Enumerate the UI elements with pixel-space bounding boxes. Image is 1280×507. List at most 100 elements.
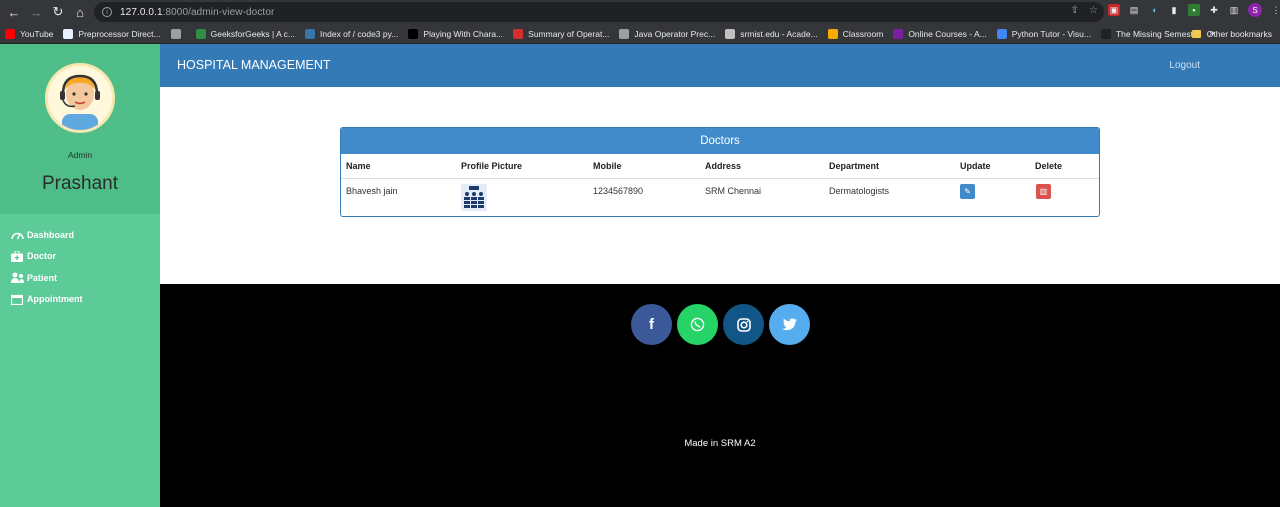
bookmark-item[interactable]: Python Tutor - Visu... <box>992 24 1096 44</box>
sidebar-menu: Dashboard Doctor Patient Appointment <box>0 214 160 310</box>
bookmark-label: GeeksforGeeks | A c... <box>210 28 296 39</box>
extension-icon[interactable]: ▮ <box>1168 4 1180 16</box>
column-header: Mobile <box>593 161 622 171</box>
bookmark-item[interactable]: YouTube <box>0 24 58 44</box>
bookmark-favicon-icon <box>513 28 524 39</box>
bookmark-favicon-icon <box>725 28 736 39</box>
bookmark-favicon-icon <box>1100 28 1111 39</box>
facebook-icon[interactable]: f <box>631 304 672 345</box>
user-role: Admin <box>67 150 93 160</box>
sidebar-item-appointment[interactable]: Appointment <box>0 289 160 311</box>
bookmark-favicon-icon <box>195 28 206 39</box>
bookmark-label: Online Courses - A... <box>908 28 987 39</box>
url-text: 127.0.0.1:8000/admin-view-doctor <box>120 7 274 18</box>
admin-avatar <box>45 63 115 133</box>
menu-dots-icon[interactable]: ⋮ <box>1270 4 1280 16</box>
bookmark-item[interactable]: Classroom <box>823 24 889 44</box>
bookmark-item[interactable]: The Missing Semest... <box>1096 24 1205 44</box>
bookmark-favicon-icon <box>305 28 316 39</box>
share-icon[interactable]: ⇪ <box>1071 5 1079 16</box>
back-arrow-icon[interactable]: ← <box>3 1 25 23</box>
bookmark-label: srmist.edu - Acade... <box>740 28 818 39</box>
column-header: Department <box>829 161 880 171</box>
panel-title: Doctors <box>341 128 1099 154</box>
bookmark-item[interactable]: Playing With Chara... <box>403 24 508 44</box>
bookmark-item[interactable]: Online Courses - A... <box>888 24 991 44</box>
extension-icon[interactable]: ▤ <box>1128 4 1140 16</box>
column-header: Address <box>705 161 742 171</box>
home-icon[interactable]: ⌂ <box>69 1 91 23</box>
sidebar-item-label: Patient <box>27 272 58 283</box>
bookmark-item[interactable]: Summary of Operat... <box>508 24 614 44</box>
browser-toolbar: ← → ↻ ⌂ i 127.0.0.1:8000/admin-view-doct… <box>0 0 1280 24</box>
doctor-profile-picture <box>461 184 487 211</box>
column-header: Profile Picture <box>461 161 523 171</box>
column-header: Update <box>960 161 991 171</box>
extension-icon[interactable]: ▣ <box>1108 4 1120 16</box>
logout-link[interactable]: Logout <box>1169 60 1200 71</box>
delete-button[interactable]: ▥ <box>1036 184 1051 199</box>
bookmark-item[interactable]: Preprocessor Direct... <box>58 24 165 44</box>
briefcase-medical-icon <box>11 250 24 262</box>
bookmark-label: Python Tutor - Visu... <box>1011 28 1091 39</box>
doctor-name: Bhavesh jain <box>346 186 398 196</box>
bookmark-item[interactable]: GeeksforGeeks | A c... <box>191 24 300 44</box>
bookmark-label: Java Operator Prec... <box>634 28 716 39</box>
twitter-icon[interactable] <box>769 304 810 345</box>
bookmark-favicon-icon <box>619 28 630 39</box>
bookmark-label: Playing With Chara... <box>423 28 504 39</box>
extension-icon[interactable]: ▪ <box>1188 4 1200 16</box>
made-in-text: Made in SRM A2 <box>684 438 756 449</box>
update-button[interactable]: ✎ <box>960 184 975 199</box>
bookmark-label: Preprocessor Direct... <box>78 28 161 39</box>
address-bar[interactable]: i 127.0.0.1:8000/admin-view-doctor ⇪ ☆ <box>94 2 1104 22</box>
bookmark-favicon-icon <box>5 28 15 39</box>
bookmark-label: Classroom <box>842 28 884 39</box>
bookmark-favicon-icon <box>996 28 1007 39</box>
bookmark-item[interactable]: srmist.edu - Acade... <box>720 24 822 44</box>
sidebar-item-label: Doctor <box>27 251 56 262</box>
gauge-icon <box>11 229 24 240</box>
sidebar-profile: Admin Prashant <box>0 44 160 214</box>
bookmark-item[interactable]: Index of / code3 py... <box>300 24 403 44</box>
extension-icon[interactable]: ◖ <box>1148 4 1160 16</box>
footer: f Made in SRM A2 <box>160 284 1280 507</box>
sidebar-item-doctor[interactable]: Doctor <box>0 246 160 268</box>
bookmark-item[interactable]: Java Operator Prec... <box>614 24 720 44</box>
bookmark-label: The Missing Semest... <box>1115 28 1201 39</box>
bookmark-label: Index of / code3 py... <box>320 28 399 39</box>
bookmark-favicon-icon <box>408 28 419 39</box>
users-icon <box>11 272 24 284</box>
puzzle-icon[interactable]: ✚ <box>1208 4 1220 16</box>
bookmarks-bar: YouTube Preprocessor Direct... GeeksforGee… <box>0 24 1280 44</box>
site-info-icon[interactable]: i <box>102 7 112 17</box>
instagram-icon[interactable] <box>723 304 764 345</box>
table-row: Bhavesh jain 1234567890 SRM Chennai Derm… <box>341 179 1099 217</box>
side-panel-icon[interactable]: ▥ <box>1228 4 1240 16</box>
doctor-department: Dermatologists <box>829 186 890 196</box>
table-header: Name Profile Picture Mobile Address Depa… <box>341 154 1099 179</box>
column-header: Delete <box>1035 161 1063 171</box>
doctor-address: SRM Chennai <box>705 186 762 196</box>
sidebar: Admin Prashant Dashboard Doctor Patient … <box>0 44 160 507</box>
column-header: Name <box>346 161 371 171</box>
whatsapp-icon[interactable] <box>677 304 718 345</box>
edit-icon: ✎ <box>964 187 971 196</box>
sidebar-item-dashboard[interactable]: Dashboard <box>0 224 160 246</box>
other-bookmarks-label: Other bookmarks <box>1206 29 1272 39</box>
doctors-panel: Doctors Name Profile Picture Mobile Addr… <box>340 127 1100 217</box>
other-bookmarks[interactable]: Other bookmarks <box>1191 24 1272 44</box>
top-navbar: HOSPITAL MANAGEMENT Logout <box>160 44 1280 87</box>
bookmark-star-icon[interactable]: ☆ <box>1089 5 1098 16</box>
bookmark-favicon-icon <box>63 28 74 39</box>
sidebar-item-label: Appointment <box>27 294 83 305</box>
bookmark-item[interactable] <box>166 24 191 44</box>
doctor-mobile: 1234567890 <box>593 186 644 196</box>
forward-arrow-icon[interactable]: → <box>25 1 47 23</box>
sidebar-item-patient[interactable]: Patient <box>0 267 160 289</box>
reload-icon[interactable]: ↻ <box>47 1 69 23</box>
calendar-icon <box>11 294 24 305</box>
trash-icon: ▥ <box>1039 187 1048 196</box>
brand-title[interactable]: HOSPITAL MANAGEMENT <box>177 58 331 72</box>
profile-avatar[interactable]: S <box>1248 3 1262 17</box>
